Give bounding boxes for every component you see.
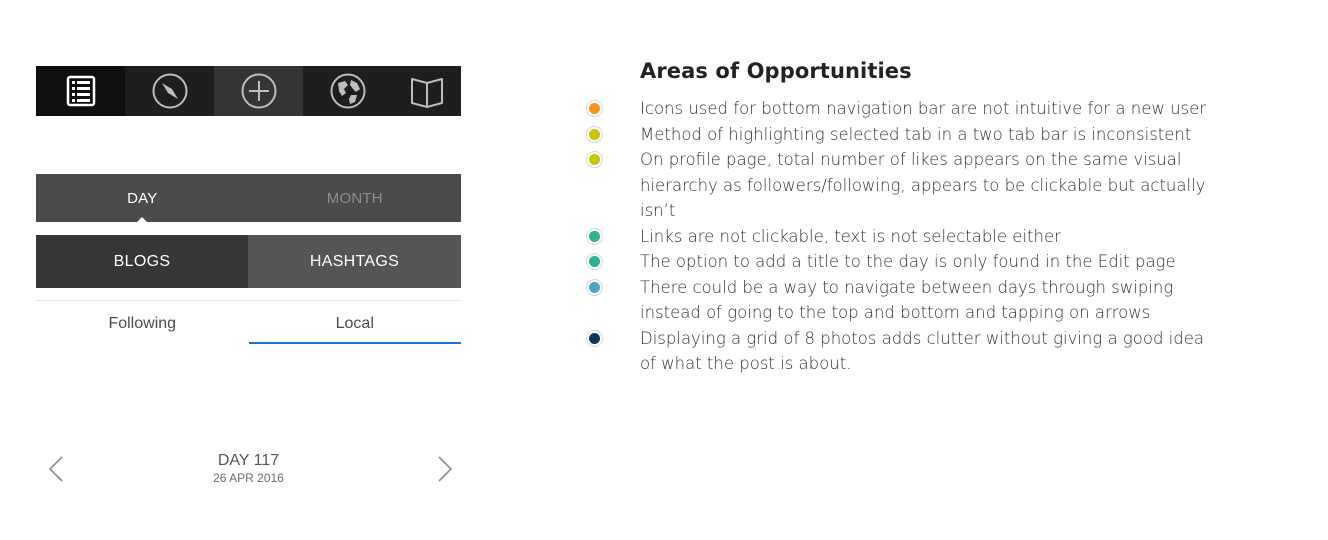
tab-day[interactable]: DAY — [36, 174, 249, 222]
tab-local-label: Local — [335, 314, 374, 332]
bullet-icon — [586, 329, 603, 347]
opportunities-title: Areas of Opportunities — [640, 59, 912, 83]
chevron-right-icon — [438, 456, 453, 482]
following-local-tab-bar: Following Local — [36, 300, 461, 346]
list-item: The option to add a title to the day is … — [583, 249, 1223, 275]
opportunity-text: Icons used for bottom navigation bar are… — [640, 99, 1207, 118]
list-item: Displaying a grid of 8 photos adds clutt… — [583, 326, 1223, 377]
list-item: Method of highlighting selected tab in a… — [583, 122, 1223, 148]
nav-feed-button[interactable] — [36, 66, 125, 116]
opportunity-text: Links are not clickable, text is not sel… — [640, 226, 1061, 246]
compass-icon — [152, 73, 187, 109]
bottom-nav-bar — [36, 66, 461, 116]
tab-following-label: Following — [108, 314, 177, 332]
bullet-fill — [589, 103, 600, 114]
bullet-icon — [586, 125, 603, 143]
tab-following[interactable]: Following — [36, 301, 249, 346]
bullet-icon — [586, 100, 603, 117]
feed-icon — [66, 75, 95, 107]
day-month-tab-bar: DAY MONTH — [36, 174, 461, 222]
next-day-button[interactable] — [431, 454, 459, 484]
opportunities-list: Icons used for bottom navigation bar are… — [583, 96, 1223, 377]
list-item: There could be a way to navigate between… — [583, 275, 1223, 326]
nav-journal-button[interactable] — [392, 66, 461, 116]
opportunity-text: Method of highlighting selected tab in a… — [640, 124, 1192, 144]
tab-blogs[interactable]: BLOGS — [36, 235, 248, 288]
bullet-icon — [586, 278, 603, 296]
tab-blogs-label: BLOGS — [113, 252, 171, 270]
bullet-fill — [589, 281, 600, 293]
book-icon — [410, 78, 443, 108]
bullet-fill — [589, 332, 600, 344]
bullet-fill — [589, 154, 600, 165]
selected-caret-icon — [137, 217, 148, 222]
list-item: Links are not clickable, text is not sel… — [583, 224, 1223, 250]
day-date: 26 APR 2016 — [213, 471, 284, 485]
tab-local[interactable]: Local — [248, 301, 462, 346]
blogs-hashtags-tab-bar: BLOGS HASHTAGS — [36, 235, 461, 288]
opportunity-text: Displaying a grid of 8 photos adds clutt… — [640, 328, 1205, 374]
list-item: Icons used for bottom navigation bar are… — [583, 96, 1223, 122]
nav-world-button[interactable] — [303, 66, 392, 116]
list-item: On profile page, total number of likes a… — [583, 147, 1223, 224]
opportunity-text: The option to add a title to the day is … — [640, 252, 1176, 271]
tab-hashtags-label: HASHTAGS — [309, 252, 400, 270]
bullet-fill — [589, 256, 600, 267]
nav-add-button[interactable] — [214, 66, 303, 116]
tab-day-label: DAY — [127, 189, 158, 207]
bullet-icon — [586, 253, 603, 270]
bullet-fill — [589, 128, 600, 140]
tab-hashtags[interactable]: HASHTAGS — [248, 235, 461, 288]
nav-explore-button[interactable] — [125, 66, 214, 116]
opportunities-panel: Areas of Opportunities Icons used for bo… — [583, 56, 1223, 377]
opportunity-text: There could be a way to navigate between… — [640, 277, 1174, 323]
bullet-icon — [586, 151, 603, 168]
day-navigator: DAY 117 26 APR 2016 — [36, 448, 461, 490]
bullet-fill — [589, 230, 600, 242]
tab-month-label: MONTH — [326, 189, 383, 207]
add-icon — [241, 73, 276, 109]
globe-icon — [330, 73, 365, 109]
day-number: DAY 117 — [217, 452, 280, 469]
tab-month[interactable]: MONTH — [249, 174, 462, 222]
opportunity-text: On profile page, total number of likes a… — [640, 150, 1206, 220]
bullet-icon — [586, 227, 603, 245]
